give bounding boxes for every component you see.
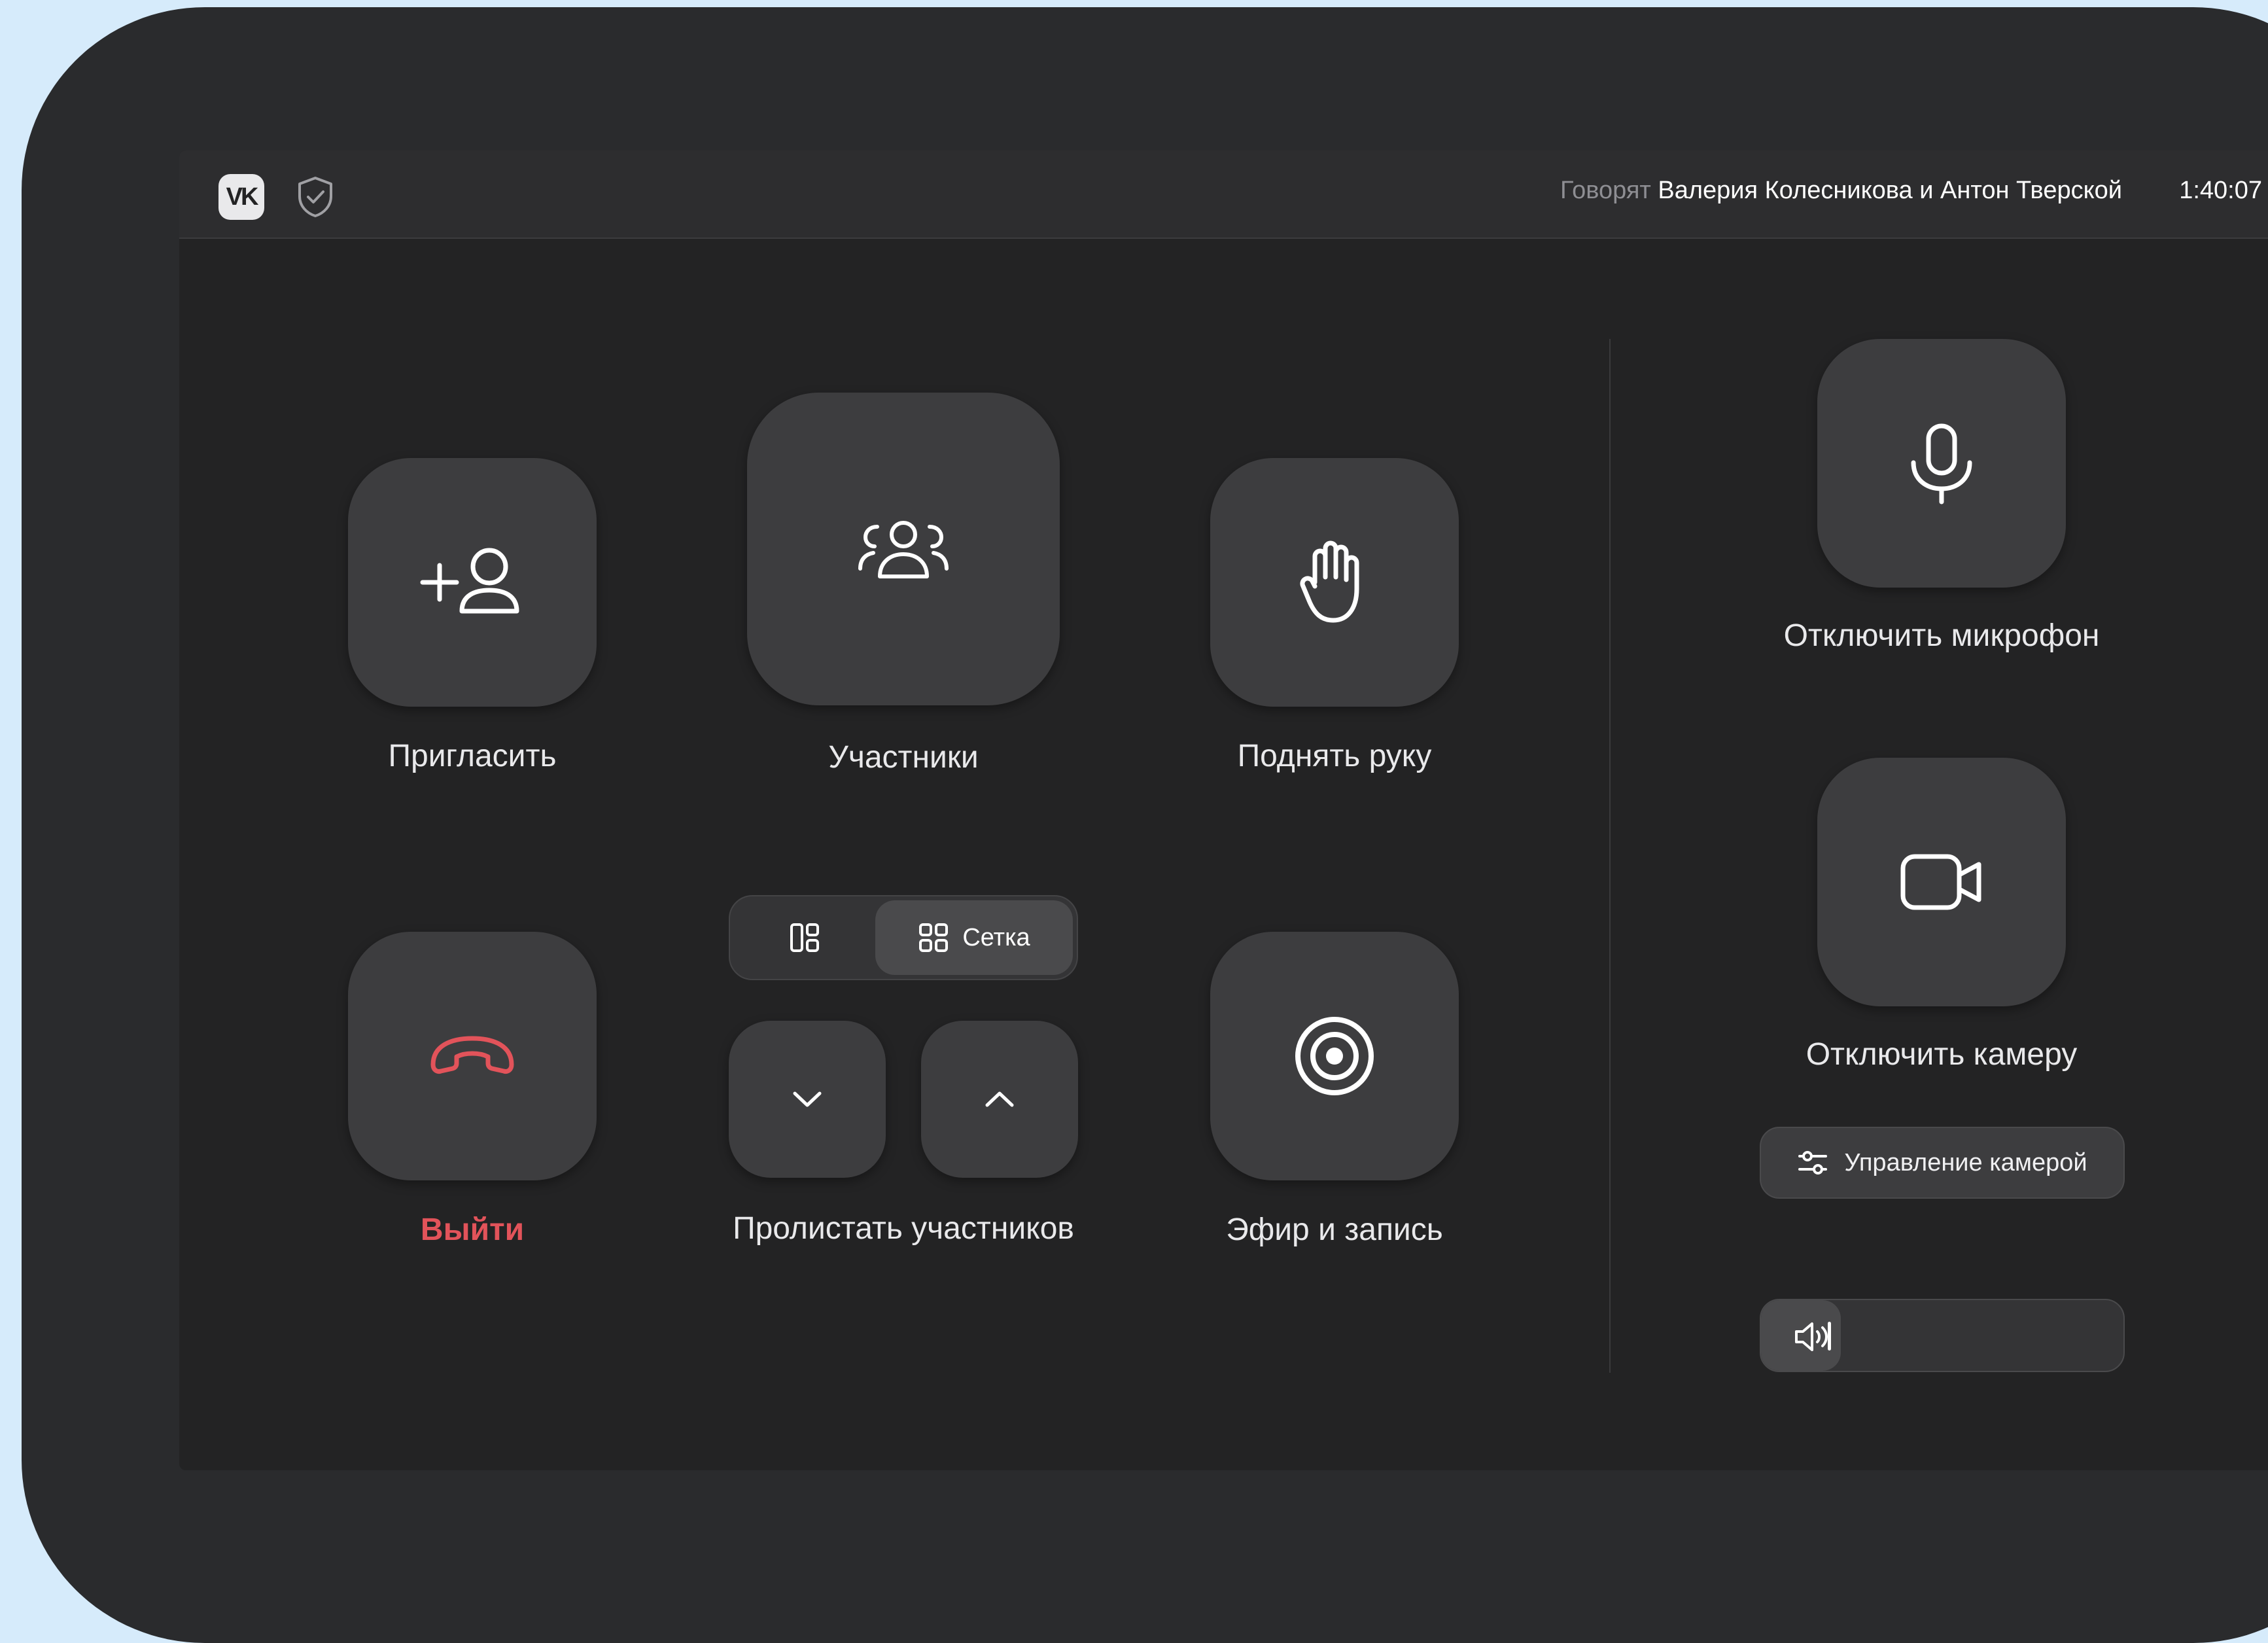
mute-mic-label: Отключить микрофон xyxy=(1783,618,2100,653)
participants-button[interactable] xyxy=(747,393,1060,705)
broadcast-record-button[interactable] xyxy=(1210,932,1459,1180)
call-duration: 1:40:07 xyxy=(2179,177,2262,204)
volume-thumb[interactable] xyxy=(1828,1322,1831,1351)
participants-label: Участники xyxy=(828,740,979,775)
add-user-icon xyxy=(420,548,519,614)
invite-button[interactable] xyxy=(348,458,597,707)
disable-camera-button[interactable] xyxy=(1817,758,2066,1006)
leave-label: Выйти xyxy=(420,1212,525,1247)
top-bar: VK Говорят Валерия Колесникова и Антон Т… xyxy=(179,150,2268,239)
participants-icon xyxy=(858,521,949,578)
shield-check-icon[interactable] xyxy=(296,175,335,219)
call-screen: VK Говорят Валерия Колесникова и Антон Т… xyxy=(179,150,2268,1470)
grid-label: Сетка xyxy=(962,923,1030,951)
vertical-divider xyxy=(1609,339,1611,1373)
scroll-participants-label: Пролистать участников xyxy=(733,1211,1074,1246)
grid-icon xyxy=(919,923,949,952)
speaker-icon xyxy=(1795,1322,1828,1351)
disable-camera-label: Отключить камеру xyxy=(1806,1037,2078,1072)
speaking-prefix: Говорят xyxy=(1560,177,1651,204)
sliders-icon xyxy=(1798,1151,1828,1175)
scroll-down-button[interactable] xyxy=(729,1021,886,1178)
volume-slider[interactable] xyxy=(1760,1299,2125,1372)
record-icon xyxy=(1295,1017,1374,1095)
raise-hand-icon xyxy=(1300,540,1359,623)
layout-speaker-option[interactable] xyxy=(734,900,875,975)
microphone-icon xyxy=(1911,423,1972,504)
camera-icon xyxy=(1900,854,1981,910)
speaking-names: Валерия Колесникова и Антон Тверской xyxy=(1658,177,2122,204)
vk-logo: VK xyxy=(218,174,264,220)
layout-switch: Сетка xyxy=(729,895,1078,980)
camera-control-button[interactable]: Управление камерой xyxy=(1760,1127,2125,1199)
invite-label: Пригласить xyxy=(388,739,557,773)
scroll-up-button[interactable] xyxy=(921,1021,1078,1178)
active-speakers: Говорят Валерия Колесникова и Антон Твер… xyxy=(1560,177,2122,205)
broadcast-record-label: Эфир и запись xyxy=(1226,1212,1443,1247)
chevron-up-icon xyxy=(985,1091,1014,1107)
speaker-layout-icon xyxy=(790,923,819,952)
device-frame: VK Говорят Валерия Колесникова и Антон Т… xyxy=(22,7,2268,1643)
raise-hand-button[interactable] xyxy=(1210,458,1459,707)
mute-mic-button[interactable] xyxy=(1817,339,2066,588)
chevron-down-icon xyxy=(793,1091,822,1107)
layout-grid-option[interactable]: Сетка xyxy=(875,900,1073,975)
hang-up-icon xyxy=(430,1036,514,1074)
leave-button[interactable] xyxy=(348,932,597,1180)
raise-hand-label: Поднять руку xyxy=(1237,739,1432,773)
camera-control-label: Управление камерой xyxy=(1844,1148,2087,1176)
